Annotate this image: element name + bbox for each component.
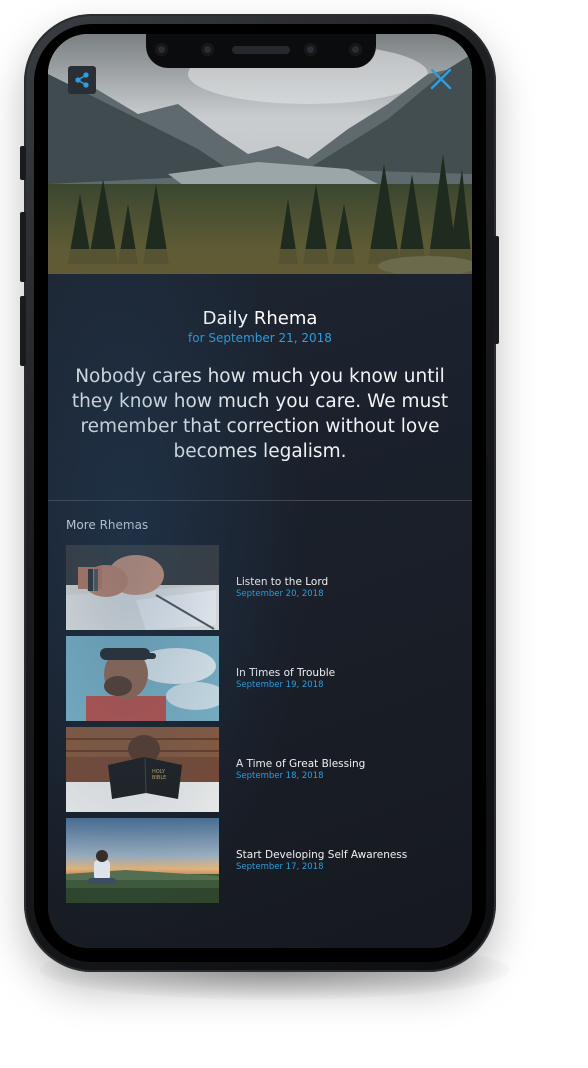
rhema-date: for September 21, 2018 bbox=[188, 331, 332, 345]
rhema-header: Daily Rhema for September 21, 2018 bbox=[48, 308, 472, 345]
list-item-date: September 20, 2018 bbox=[236, 589, 324, 599]
list-item[interactable]: In Times of Trouble September 19, 2018 bbox=[66, 636, 456, 721]
child-reading-bible-image: HOLY BIBLE bbox=[66, 727, 219, 812]
list-item-text: Listen to the Lord September 20, 2018 bbox=[236, 576, 328, 599]
silent-switch bbox=[20, 146, 26, 180]
list-item-title: In Times of Trouble bbox=[236, 667, 336, 679]
list-item-text: In Times of Trouble September 19, 2018 bbox=[236, 667, 335, 690]
sensor-dot bbox=[349, 43, 362, 56]
share-button[interactable] bbox=[68, 66, 96, 94]
hero-image bbox=[48, 34, 472, 274]
praying-hands-image bbox=[66, 545, 219, 630]
section-divider bbox=[48, 500, 472, 501]
list-item-date: September 18, 2018 bbox=[236, 771, 324, 781]
list-item-title: Start Developing Self Awareness bbox=[236, 849, 408, 861]
svg-text:BIBLE: BIBLE bbox=[152, 775, 166, 781]
volume-up-button bbox=[20, 212, 26, 282]
sensor-dot bbox=[155, 43, 168, 56]
list-item[interactable]: HOLY BIBLE A Time of Great Blessing Sept… bbox=[66, 727, 456, 812]
camera-dot bbox=[304, 43, 317, 56]
list-item[interactable]: Listen to the Lord September 20, 2018 bbox=[66, 545, 456, 630]
rhema-thumbnail bbox=[66, 818, 219, 903]
list-item-title: A Time of Great Blessing bbox=[236, 758, 366, 770]
rhema-title: Daily Rhema bbox=[202, 308, 318, 329]
rhema-quote: Nobody cares how much you know until the… bbox=[71, 366, 449, 462]
rhema-thumbnail bbox=[66, 636, 219, 721]
share-icon bbox=[75, 72, 89, 88]
close-icon bbox=[430, 68, 452, 90]
phone-notch bbox=[146, 34, 376, 68]
sensor-dot bbox=[201, 43, 214, 56]
list-item-date: September 19, 2018 bbox=[236, 680, 324, 690]
mockup-stage: Daily Rhema for September 21, 2018 Nobod… bbox=[0, 0, 588, 1068]
list-item-text: A Time of Great Blessing September 18, 2… bbox=[236, 758, 365, 781]
list-item-title: Listen to the Lord bbox=[236, 576, 329, 588]
close-button[interactable] bbox=[426, 64, 456, 94]
app-screen: Daily Rhema for September 21, 2018 Nobod… bbox=[48, 34, 472, 948]
earpiece-speaker bbox=[232, 46, 290, 54]
rhema-thumbnail: HOLY BIBLE bbox=[66, 727, 219, 812]
more-rhemas-list: Listen to the Lord September 20, 2018 In… bbox=[66, 545, 456, 909]
rhema-thumbnail bbox=[66, 545, 219, 630]
power-button bbox=[493, 236, 499, 344]
volume-down-button bbox=[20, 296, 26, 366]
list-item-text: Start Developing Self Awareness Septembe… bbox=[236, 849, 407, 872]
sunset-meditation-image bbox=[66, 818, 219, 903]
man-looking-up-image bbox=[66, 636, 219, 721]
more-rhemas-heading: More Rhemas bbox=[66, 518, 149, 532]
list-item[interactable]: Start Developing Self Awareness Septembe… bbox=[66, 818, 456, 903]
list-item-date: September 17, 2018 bbox=[236, 862, 324, 872]
landscape-illustration bbox=[48, 34, 472, 274]
